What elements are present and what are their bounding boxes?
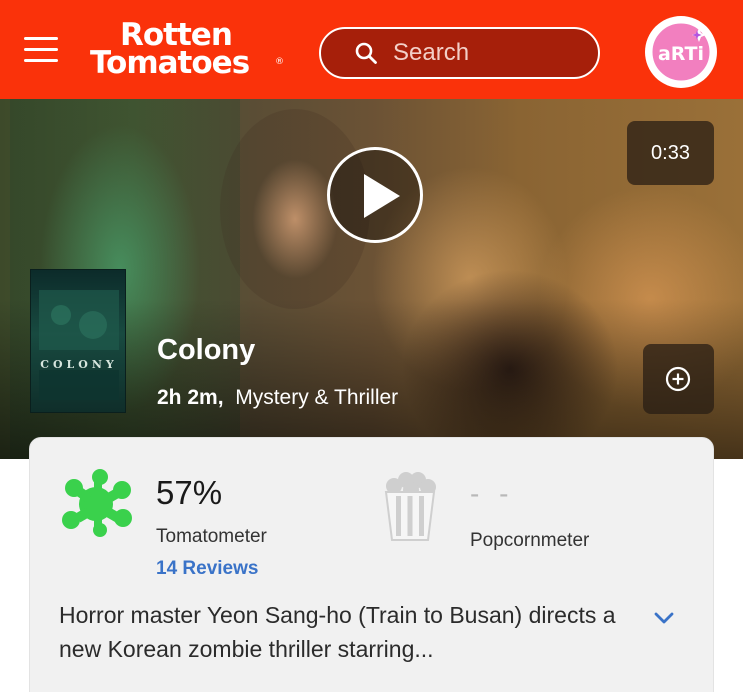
score-card: 57% Tomatometer 14 Reviews - - Popcornme… xyxy=(29,437,714,692)
chevron-down-icon[interactable] xyxy=(652,608,676,628)
rotten-tomatoes-logo[interactable]: Rotten Tomatoes ® xyxy=(90,18,286,84)
logo-line-2: Tomatoes xyxy=(90,45,250,81)
play-trailer-button[interactable] xyxy=(327,147,423,243)
user-avatar[interactable]: aRTi xyxy=(645,16,717,88)
rotten-splat-icon xyxy=(62,469,132,537)
movie-runtime: 2h 2m, xyxy=(157,386,224,409)
logo-registered-mark: ® xyxy=(275,57,284,67)
movie-genre: Mystery & Thriller xyxy=(235,386,399,409)
top-nav-bar: Rotten Tomatoes ® Search aRTi xyxy=(0,0,743,99)
avatar-icon: aRTi xyxy=(649,20,713,84)
play-icon xyxy=(364,174,400,218)
plus-circle-icon xyxy=(665,366,691,392)
tomatometer-score: 57% xyxy=(156,474,223,511)
popcornmeter-score: - - xyxy=(470,478,515,509)
poster-title-text: COLONY xyxy=(40,358,118,371)
movie-meta: 2h 2m, Mystery & Thriller xyxy=(157,386,398,410)
movie-poster[interactable]: COLONY xyxy=(30,269,126,413)
search-icon xyxy=(355,42,377,64)
popcornmeter-label: Popcornmeter xyxy=(470,530,590,551)
hamburger-menu-icon[interactable] xyxy=(24,37,58,67)
search-placeholder: Search xyxy=(393,39,470,66)
tomatometer-label: Tomatometer xyxy=(156,526,267,547)
add-to-watchlist-button[interactable] xyxy=(643,344,714,414)
movie-title: Colony xyxy=(157,334,256,366)
popcorn-bucket-icon xyxy=(384,472,436,541)
movie-synopsis: Horror master Yeon Sang-ho (Train to Bus… xyxy=(59,602,616,662)
search-input[interactable]: Search xyxy=(319,27,600,79)
avatar-text: aRTi xyxy=(658,43,704,65)
trailer-hero[interactable]: 0:33 COLONY Colony 2h 2m, Mystery & Thri… xyxy=(0,99,743,459)
reviews-link[interactable]: 14 Reviews xyxy=(156,558,258,580)
poster-art xyxy=(39,290,119,400)
video-duration-badge: 0:33 xyxy=(627,121,714,185)
